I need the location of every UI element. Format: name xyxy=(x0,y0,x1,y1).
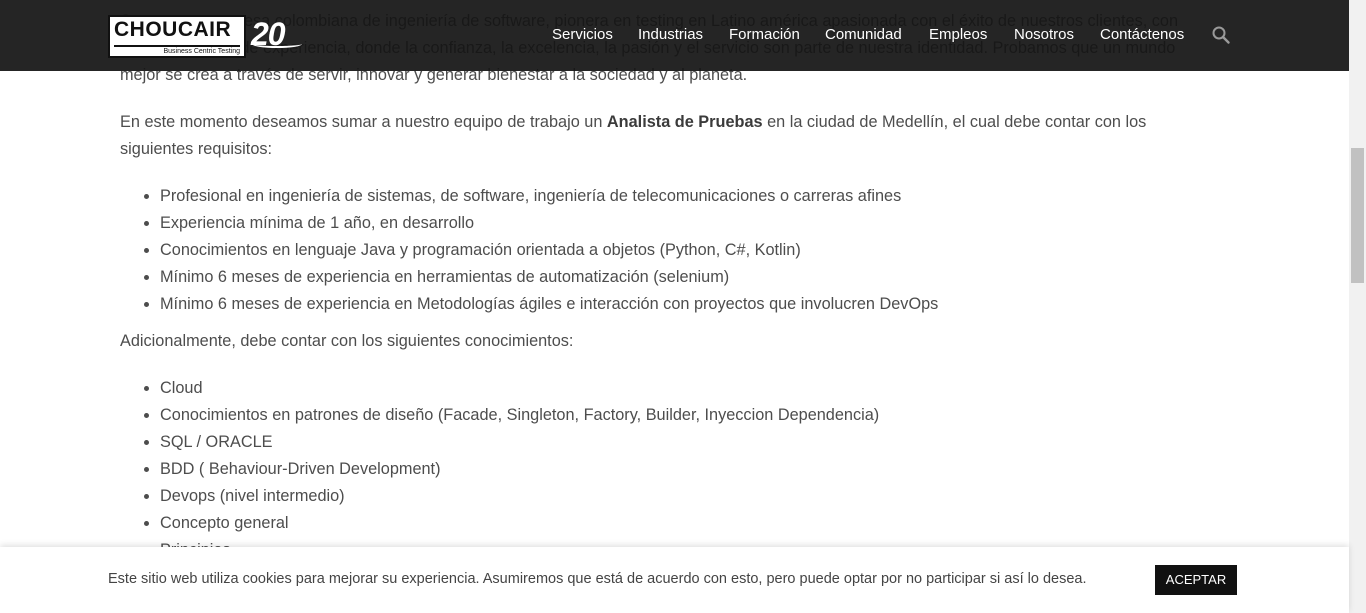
requirement-item: Mínimo 6 meses de experiencia en herrami… xyxy=(160,264,938,291)
position-text-before: En este momento deseamos sumar a nuestro… xyxy=(120,113,607,131)
nav-nosotros[interactable]: Nosotros xyxy=(1014,25,1074,45)
position-paragraph: En este momento deseamos sumar a nuestro… xyxy=(120,109,1180,163)
anniversary-swoosh xyxy=(252,40,302,48)
knowledge-item: Concepto general xyxy=(160,510,879,537)
site-header: CHOUCAIR Business Centric Testing 20 Ser… xyxy=(0,0,1349,71)
knowledge-item: Cloud xyxy=(160,375,879,402)
nav-industrias[interactable]: Industrias xyxy=(638,25,703,45)
search-icon[interactable] xyxy=(1211,25,1231,45)
nav-contactenos[interactable]: Contáctenos xyxy=(1100,25,1184,45)
requirement-item: Experiencia mínima de 1 año, en desarrol… xyxy=(160,210,938,237)
nav-formacion[interactable]: Formación xyxy=(729,25,800,45)
nav-empleos[interactable]: Empleos xyxy=(929,25,987,45)
scrollbar-track[interactable] xyxy=(1349,0,1366,613)
nav-servicios[interactable]: Servicios xyxy=(552,25,613,45)
knowledge-item: Devops (nivel intermedio) xyxy=(160,483,879,510)
requirement-item: Profesional en ingeniería de sistemas, d… xyxy=(160,183,938,210)
logo-wordmark: CHOUCAIR xyxy=(114,18,232,41)
logo-tagline: Business Centric Testing xyxy=(114,45,240,56)
choucair-logo[interactable]: CHOUCAIR Business Centric Testing xyxy=(108,15,246,58)
scrollbar-thumb[interactable] xyxy=(1351,148,1364,283)
requirement-item: Conocimientos en lenguaje Java y program… xyxy=(160,237,938,264)
requirements-list: Profesional en ingeniería de sistemas, d… xyxy=(120,183,938,318)
knowledge-intro: Adicionalmente, debe contar con los sigu… xyxy=(120,332,574,350)
cookie-message: Este sitio web utiliza cookies para mejo… xyxy=(108,571,1087,587)
cookie-banner: Este sitio web utiliza cookies para mejo… xyxy=(0,547,1349,613)
knowledge-item: SQL / ORACLE xyxy=(160,429,879,456)
knowledge-item: BDD ( Behaviour-Driven Development) xyxy=(160,456,879,483)
position-title: Analista de Pruebas xyxy=(606,113,763,131)
knowledge-list: Cloud Conocimientos en patrones de diseñ… xyxy=(120,375,879,564)
knowledge-item: Conocimientos en patrones de diseño (Fac… xyxy=(160,402,879,429)
accept-cookies-button[interactable]: ACEPTAR xyxy=(1155,565,1237,595)
requirement-item: Mínimo 6 meses de experiencia en Metodol… xyxy=(160,291,938,318)
nav-comunidad[interactable]: Comunidad xyxy=(825,25,902,45)
